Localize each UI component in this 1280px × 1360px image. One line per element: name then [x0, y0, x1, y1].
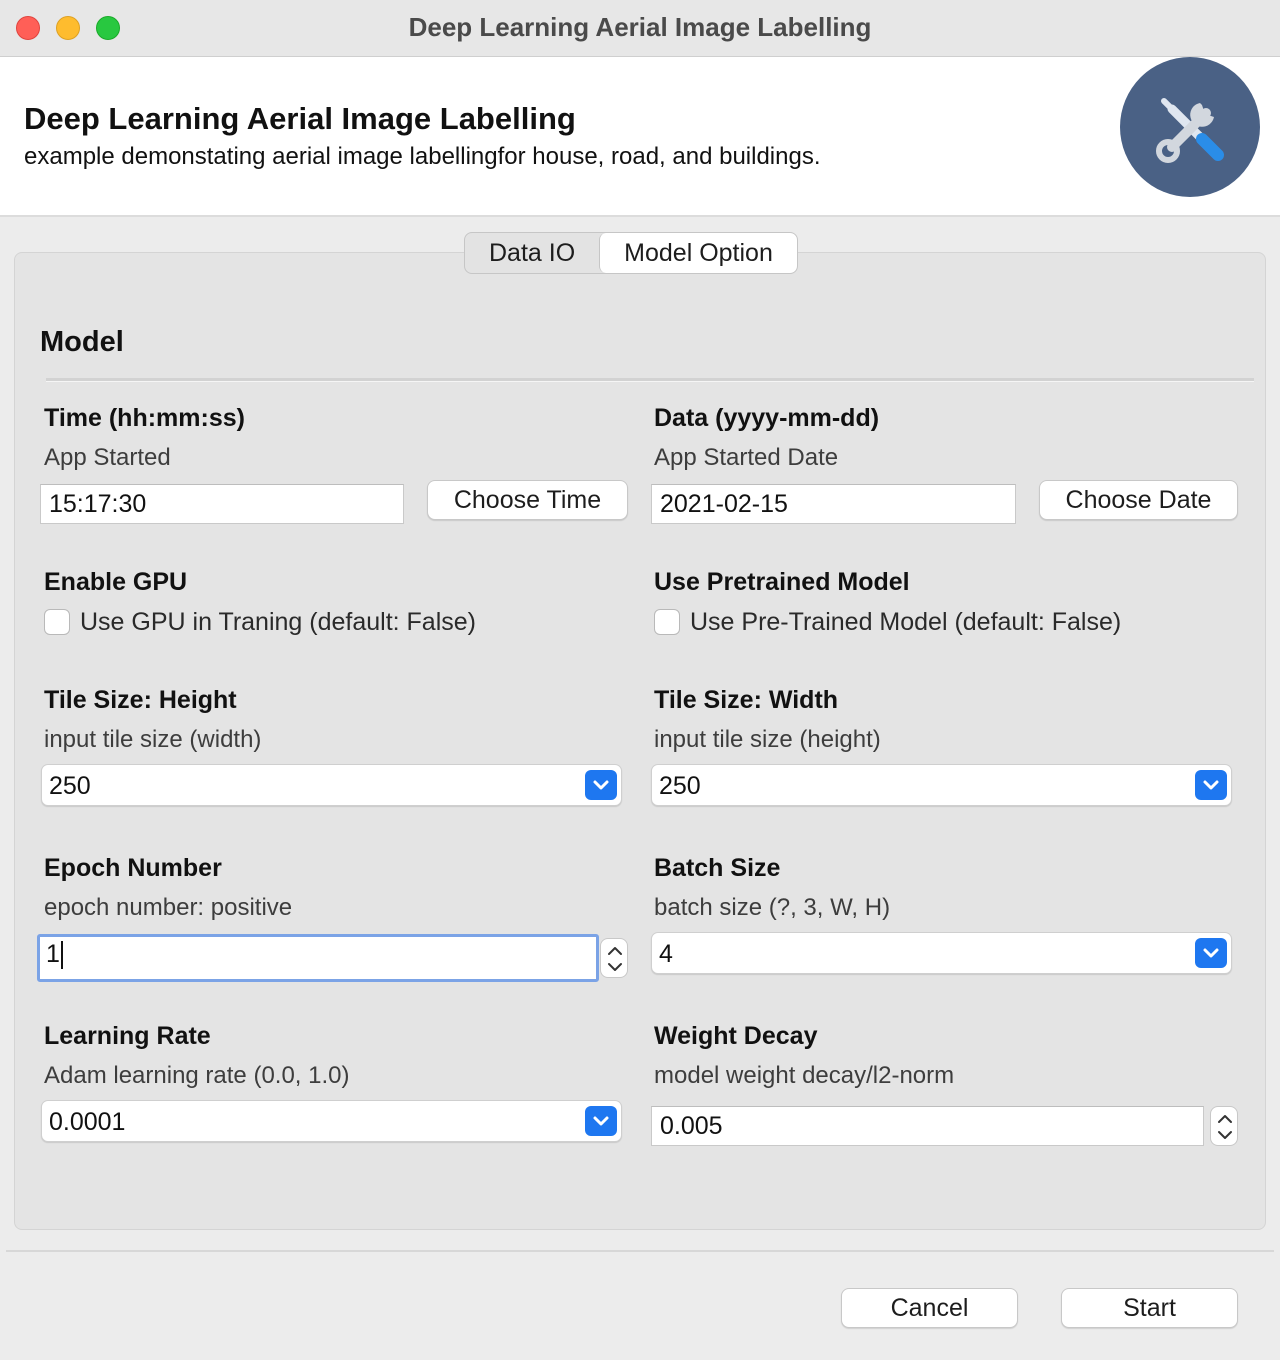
pretrained-checkbox[interactable]	[654, 609, 680, 635]
epoch-value: 1	[46, 940, 60, 968]
start-button[interactable]: Start	[1061, 1288, 1238, 1328]
tile-width-label: Tile Size: Width	[654, 686, 839, 714]
chevron-down-icon[interactable]	[585, 770, 617, 800]
tile-width-description: input tile size (height)	[654, 726, 881, 753]
title-bar: Deep Learning Aerial Image Labelling	[0, 0, 1280, 57]
choose-date-button[interactable]: Choose Date	[1039, 480, 1238, 520]
date-label: Data (yyyy-mm-dd)	[654, 404, 880, 432]
app-subtitle: example demonstating aerial image labell…	[24, 143, 821, 170]
tile-height-value: 250	[49, 772, 91, 800]
chevron-down-icon[interactable]	[1195, 938, 1227, 968]
dialog-header: Deep Learning Aerial Image Labelling exa…	[0, 57, 1280, 217]
chevron-down-icon[interactable]	[585, 1106, 617, 1136]
text-caret	[60, 941, 63, 970]
tab-model-option[interactable]: Model Option	[599, 233, 797, 273]
window-title: Deep Learning Aerial Image Labelling	[408, 12, 872, 42]
section-title: Model	[40, 326, 124, 358]
app-title: Deep Learning Aerial Image Labelling	[24, 101, 576, 136]
tab-bar: Data IO Model Option	[464, 232, 798, 274]
time-description: App Started	[44, 444, 171, 471]
learning-rate-value: 0.0001	[49, 1108, 126, 1136]
epoch-input[interactable]: 1	[37, 934, 599, 982]
tile-height-label: Tile Size: Height	[44, 686, 237, 714]
weight-decay-stepper[interactable]	[1210, 1106, 1238, 1146]
gpu-checkbox[interactable]	[44, 609, 70, 635]
tab-data-io[interactable]: Data IO	[465, 233, 599, 273]
pretrained-label: Use Pretrained Model	[654, 568, 910, 596]
weight-decay-input[interactable]: 0.005	[651, 1106, 1204, 1146]
epoch-label: Epoch Number	[44, 854, 222, 882]
cancel-button[interactable]: Cancel	[841, 1288, 1018, 1328]
tile-height-description: input tile size (width)	[44, 726, 262, 753]
batch-label: Batch Size	[654, 854, 781, 882]
date-input[interactable]: 2021-02-15	[651, 484, 1016, 524]
pretrained-checkbox-label[interactable]: Use Pre-Trained Model (default: False)	[690, 608, 1121, 637]
batch-description: batch size (?, 3, W, H)	[654, 894, 891, 921]
batch-value: 4	[659, 940, 673, 968]
choose-time-button[interactable]: Choose Time	[427, 480, 628, 520]
learning-rate-description: Adam learning rate (0.0, 1.0)	[44, 1062, 350, 1089]
learning-rate-label: Learning Rate	[44, 1022, 211, 1050]
tile-width-value: 250	[659, 772, 701, 800]
gpu-label: Enable GPU	[44, 568, 188, 596]
footer-divider	[6, 1250, 1274, 1252]
gpu-checkbox-label[interactable]: Use GPU in Traning (default: False)	[80, 608, 476, 637]
chevron-down-icon[interactable]	[1195, 770, 1227, 800]
epoch-description: epoch number: positive	[44, 894, 293, 921]
tile-height-select[interactable]: 250	[41, 764, 622, 806]
tile-width-select[interactable]: 250	[651, 764, 1232, 806]
epoch-stepper[interactable]	[600, 938, 628, 978]
tools-icon	[1120, 57, 1260, 197]
weight-decay-description: model weight decay/l2-norm	[654, 1062, 955, 1089]
date-description: App Started Date	[654, 444, 839, 471]
batch-select[interactable]: 4	[651, 932, 1232, 974]
section-divider	[46, 378, 1254, 382]
time-label: Time (hh:mm:ss)	[44, 404, 245, 432]
weight-decay-label: Weight Decay	[654, 1022, 818, 1050]
learning-rate-select[interactable]: 0.0001	[41, 1100, 622, 1142]
time-input[interactable]: 15:17:30	[40, 484, 404, 524]
